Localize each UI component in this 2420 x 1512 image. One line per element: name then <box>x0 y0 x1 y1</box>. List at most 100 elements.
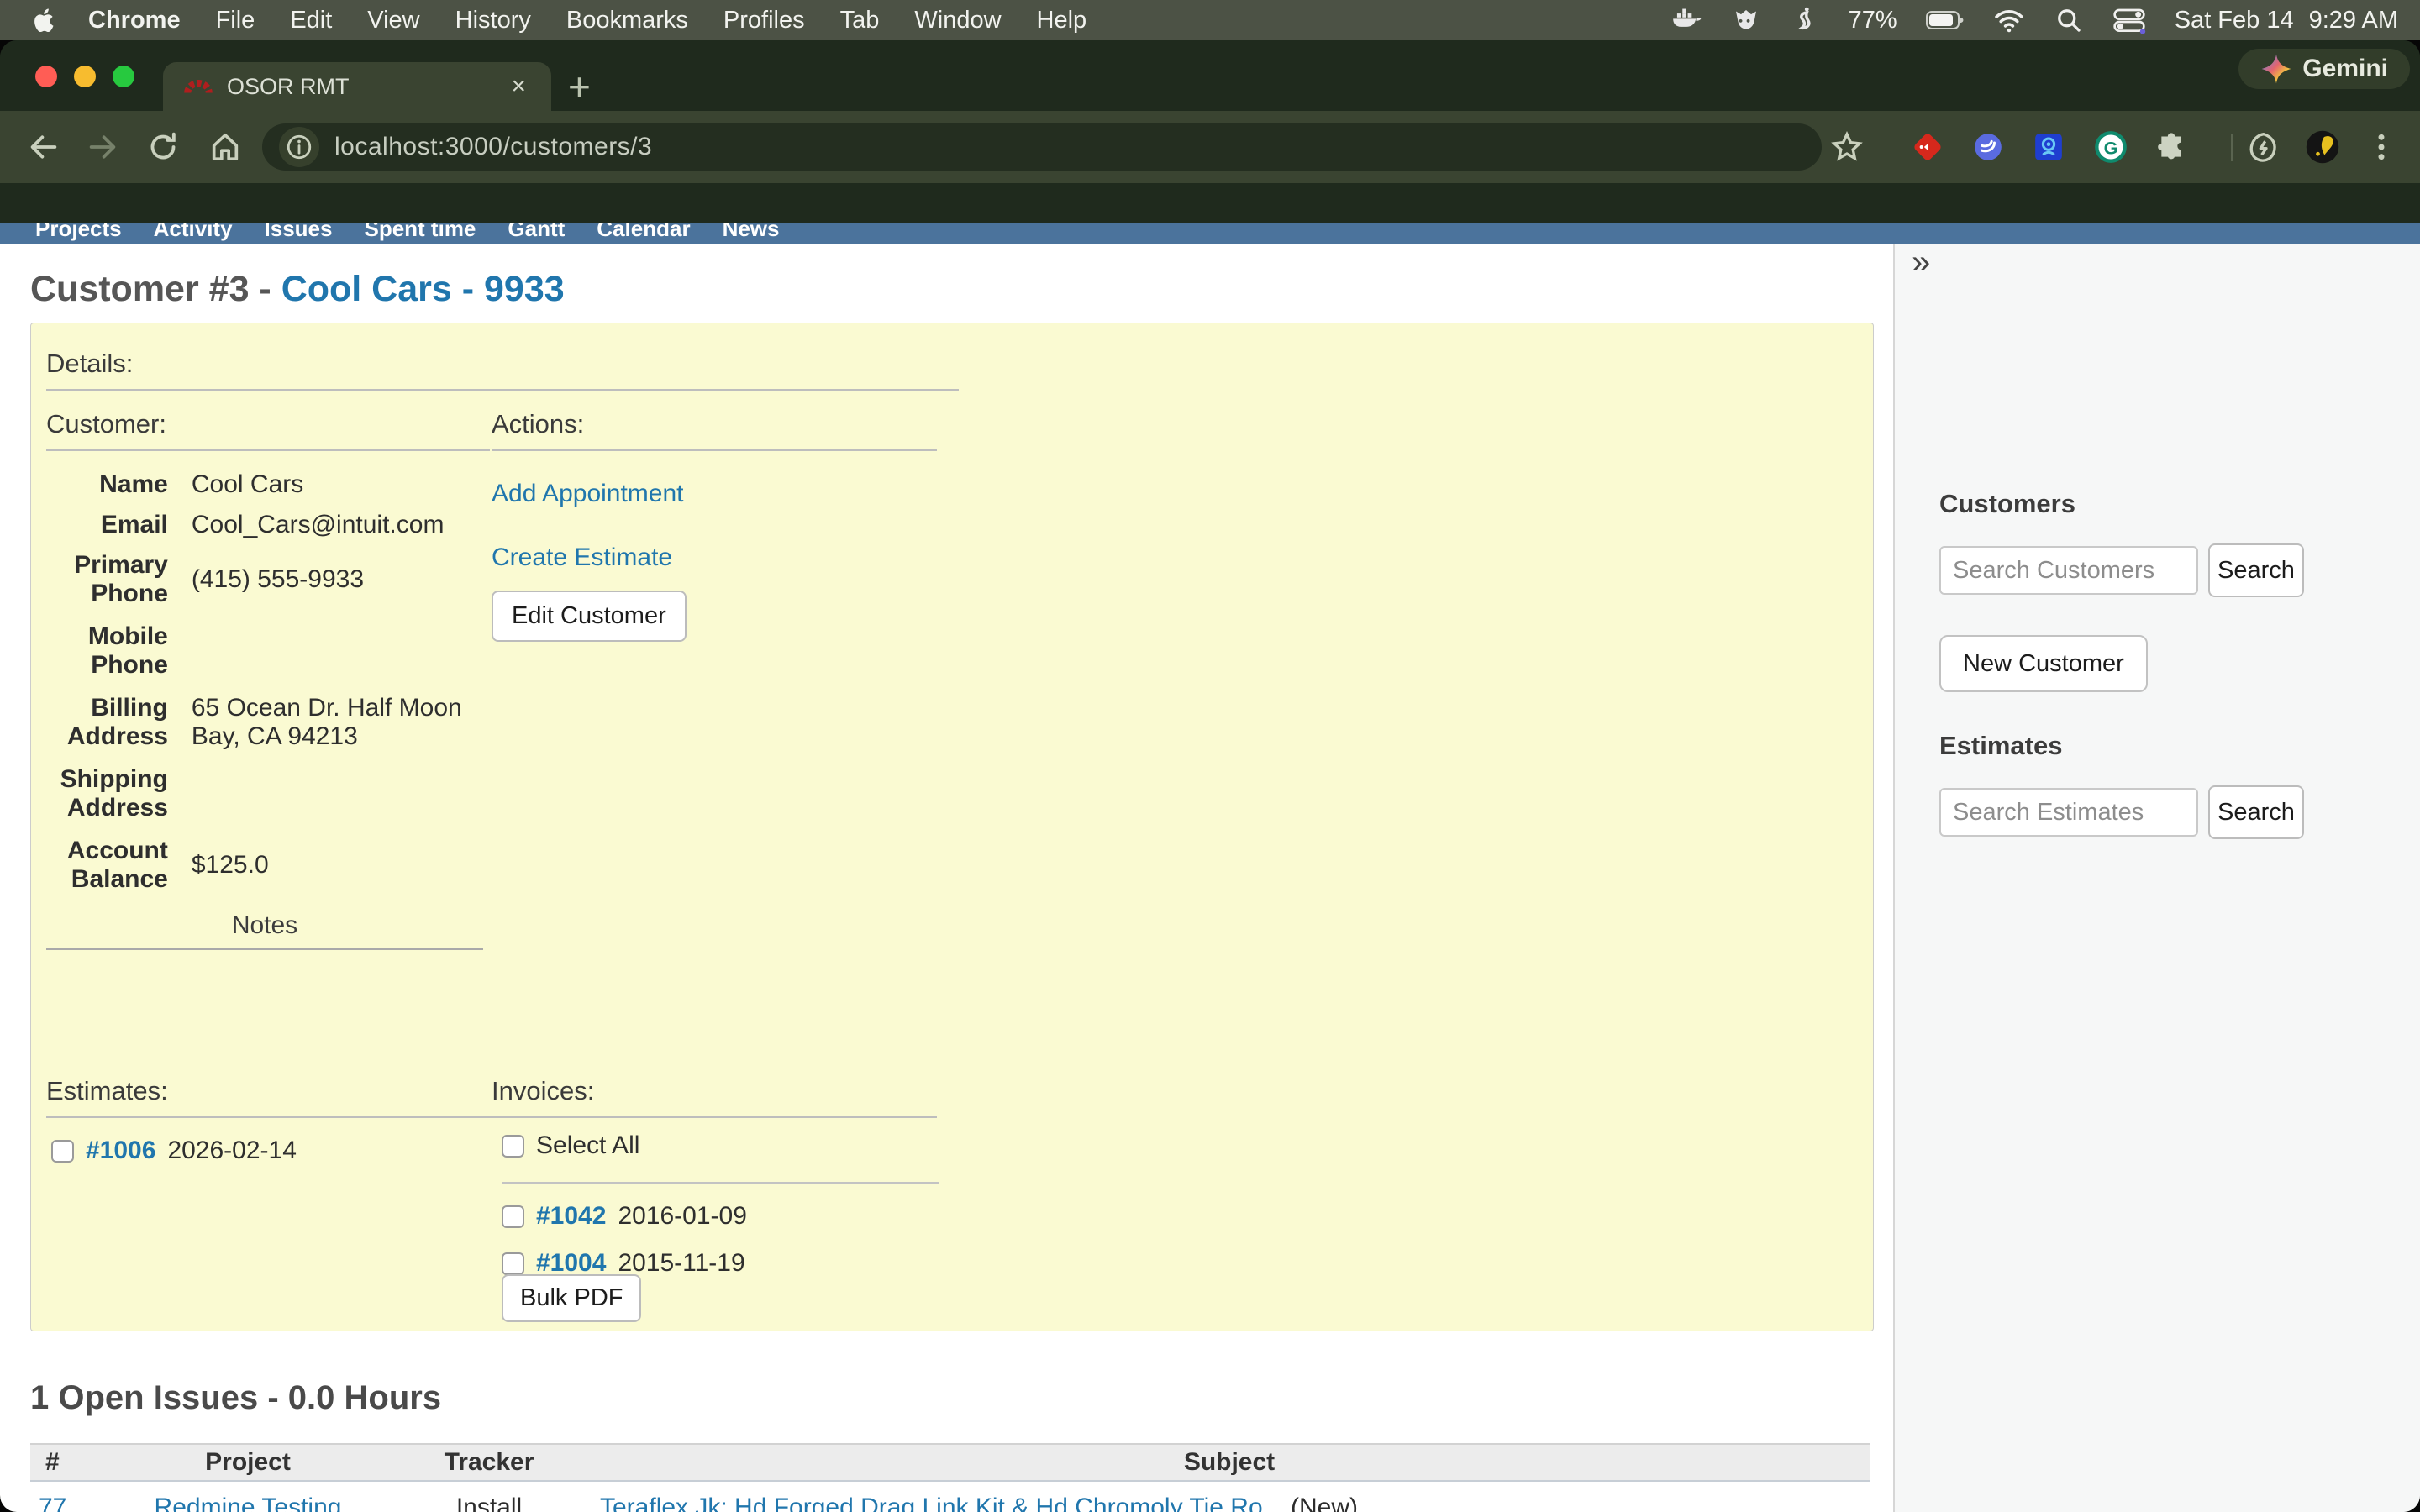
menu-status-area: 77% Sat Feb 14 9:29 AM <box>1670 4 2403 36</box>
issue-id-link[interactable]: 77 <box>39 1494 66 1512</box>
address-bar[interactable]: localhost:3000/customers/3 <box>262 123 1822 171</box>
extension-red-icon[interactable] <box>1909 129 1946 165</box>
add-appointment-link[interactable]: Add Appointment <box>492 480 684 508</box>
menubar-date: Sat Feb 14 <box>2175 7 2294 34</box>
column-header-subject: Subject <box>588 1444 1870 1481</box>
issue-subject-link[interactable]: Teraflex Jk: Hd Forged Drag Link Kit & H… <box>600 1494 1284 1512</box>
menu-item-edit[interactable]: Edit <box>272 7 350 34</box>
home-button[interactable] <box>207 129 244 165</box>
browser-menu-icon[interactable] <box>2363 129 2400 165</box>
new-customer-button[interactable]: New Customer <box>1939 635 2148 692</box>
extension-blue-square-icon[interactable] <box>2030 129 2067 165</box>
field-value: (415) 555-9933 <box>192 545 517 614</box>
menu-item-history[interactable]: History <box>438 7 549 34</box>
estimate-row: #1006 2026-02-14 <box>51 1137 297 1165</box>
invoice-row: #1042 2016-01-09 <box>502 1202 747 1231</box>
field-value: 65 Ocean Dr. Half Moon Bay, CA 94213 <box>192 688 517 757</box>
window-controls <box>35 66 134 87</box>
select-all-checkbox[interactable] <box>502 1135 524 1158</box>
menu-item-profiles[interactable]: Profiles <box>706 7 823 34</box>
customer-details-panel: Details: Customer: Name Cool Cars Email … <box>30 323 1874 1331</box>
issue-tracker: Install <box>390 1481 588 1512</box>
issues-header-row: # Project Tracker Subject <box>30 1444 1870 1481</box>
browser-toolbar: localhost:3000/customers/3 G <box>0 111 2420 183</box>
redmine-top-menu: Projects Activity Issues Spent time Gant… <box>0 223 2420 244</box>
customer-section-title: Customer: <box>46 409 166 439</box>
search-estimates-button[interactable]: Search <box>2208 785 2304 839</box>
invoice-checkbox[interactable] <box>502 1205 524 1228</box>
forward-button[interactable] <box>84 129 121 165</box>
fox-app-icon[interactable] <box>1731 5 1761 35</box>
chrome-window: OSOR RMT × + Gemini localhost:3000/c <box>0 40 2420 1512</box>
menu-item-view[interactable]: View <box>350 7 437 34</box>
gemini-button[interactable]: Gemini <box>2238 49 2410 89</box>
issue-project-link[interactable]: Redmine Testing <box>155 1494 342 1512</box>
extensions-puzzle-icon[interactable] <box>2153 129 2190 165</box>
field-label: Name <box>46 465 192 505</box>
field-row-mobile-phone: Mobile Phone <box>46 614 517 688</box>
estimate-id-link[interactable]: #1006 <box>86 1137 155 1165</box>
invoice-id-link[interactable]: #1042 <box>536 1202 606 1231</box>
tab-close-icon[interactable]: × <box>506 72 531 101</box>
browser-tab-osor-rmt[interactable]: OSOR RMT × <box>163 62 551 111</box>
invoice-id-link[interactable]: #1004 <box>536 1249 606 1278</box>
issue-row: 77 Redmine Testing Install Teraflex Jk: … <box>30 1481 1870 1512</box>
new-tab-button[interactable]: + <box>568 67 591 106</box>
back-button[interactable] <box>25 129 62 165</box>
select-all-row: Select All <box>502 1131 639 1160</box>
create-estimate-link[interactable]: Create Estimate <box>492 543 672 572</box>
extension-violet-circle-icon[interactable] <box>1970 129 2007 165</box>
nav-news[interactable]: News <box>723 223 780 244</box>
estimate-checkbox[interactable] <box>51 1140 74 1163</box>
search-estimates-input[interactable] <box>1939 788 2198 837</box>
redmine-favicon-icon <box>183 71 213 102</box>
nav-activity[interactable]: Activity <box>154 223 233 244</box>
invoice-checkbox[interactable] <box>502 1252 524 1275</box>
column-header-project: Project <box>106 1444 390 1481</box>
invoices-section-title: Invoices: <box>492 1076 594 1106</box>
site-info-icon[interactable] <box>279 127 319 167</box>
spotlight-search-icon[interactable] <box>2054 5 2084 35</box>
nav-gantt[interactable]: Gantt <box>508 223 565 244</box>
bookmark-star-icon[interactable] <box>1828 129 1865 165</box>
docker-icon[interactable] <box>1670 4 1702 36</box>
zoom-window-button[interactable] <box>113 66 134 87</box>
menubar-clock[interactable]: Sat Feb 14 9:29 AM <box>2175 7 2398 34</box>
invoices-divider <box>492 1116 937 1118</box>
menubar-time: 9:29 AM <box>2309 7 2398 34</box>
menu-item-file[interactable]: File <box>198 7 273 34</box>
apple-logo-icon[interactable] <box>30 6 59 34</box>
nav-issues[interactable]: Issues <box>265 223 333 244</box>
menu-item-tab[interactable]: Tab <box>823 7 897 34</box>
performance-leaf-icon[interactable] <box>2245 129 2282 165</box>
field-label: Billing Address <box>46 688 192 757</box>
bulk-pdf-button[interactable]: Bulk PDF <box>502 1274 641 1322</box>
menu-item-chrome[interactable]: Chrome <box>71 7 198 34</box>
select-all-label: Select All <box>536 1131 639 1160</box>
close-window-button[interactable] <box>35 66 57 87</box>
estimates-section-title: Estimates: <box>46 1076 168 1106</box>
profile-avatar[interactable] <box>2304 129 2341 165</box>
nav-spent-time[interactable]: Spent time <box>364 223 476 244</box>
tab-title: OSOR RMT <box>227 74 506 100</box>
invoice-date: 2015-11-19 <box>618 1249 744 1278</box>
nav-projects[interactable]: Projects <box>35 223 122 244</box>
collapse-sidebar-icon[interactable]: » <box>1912 244 1930 281</box>
menu-item-bookmarks[interactable]: Bookmarks <box>549 7 706 34</box>
search-customers-input[interactable] <box>1939 546 2198 595</box>
wifi-icon[interactable] <box>1993 4 2025 36</box>
grammarly-icon[interactable]: G <box>2092 129 2129 165</box>
curl-app-icon[interactable] <box>1790 5 1820 35</box>
nav-calendar[interactable]: Calendar <box>597 223 690 244</box>
menu-item-help[interactable]: Help <box>1019 7 1105 34</box>
customer-name-link[interactable]: Cool Cars - 9933 <box>281 269 565 309</box>
control-center-icon[interactable] <box>2112 6 2146 34</box>
page-content: Projects Activity Issues Spent time Gant… <box>0 223 2420 1512</box>
minimize-window-button[interactable] <box>74 66 96 87</box>
reload-button[interactable] <box>145 129 182 165</box>
menu-item-window[interactable]: Window <box>897 7 1018 34</box>
field-row-billing-address: Billing Address 65 Ocean Dr. Half Moon B… <box>46 688 517 757</box>
edit-customer-button[interactable]: Edit Customer <box>492 591 687 642</box>
url-text[interactable]: localhost:3000/customers/3 <box>334 133 652 161</box>
search-customers-button[interactable]: Search <box>2208 543 2304 597</box>
